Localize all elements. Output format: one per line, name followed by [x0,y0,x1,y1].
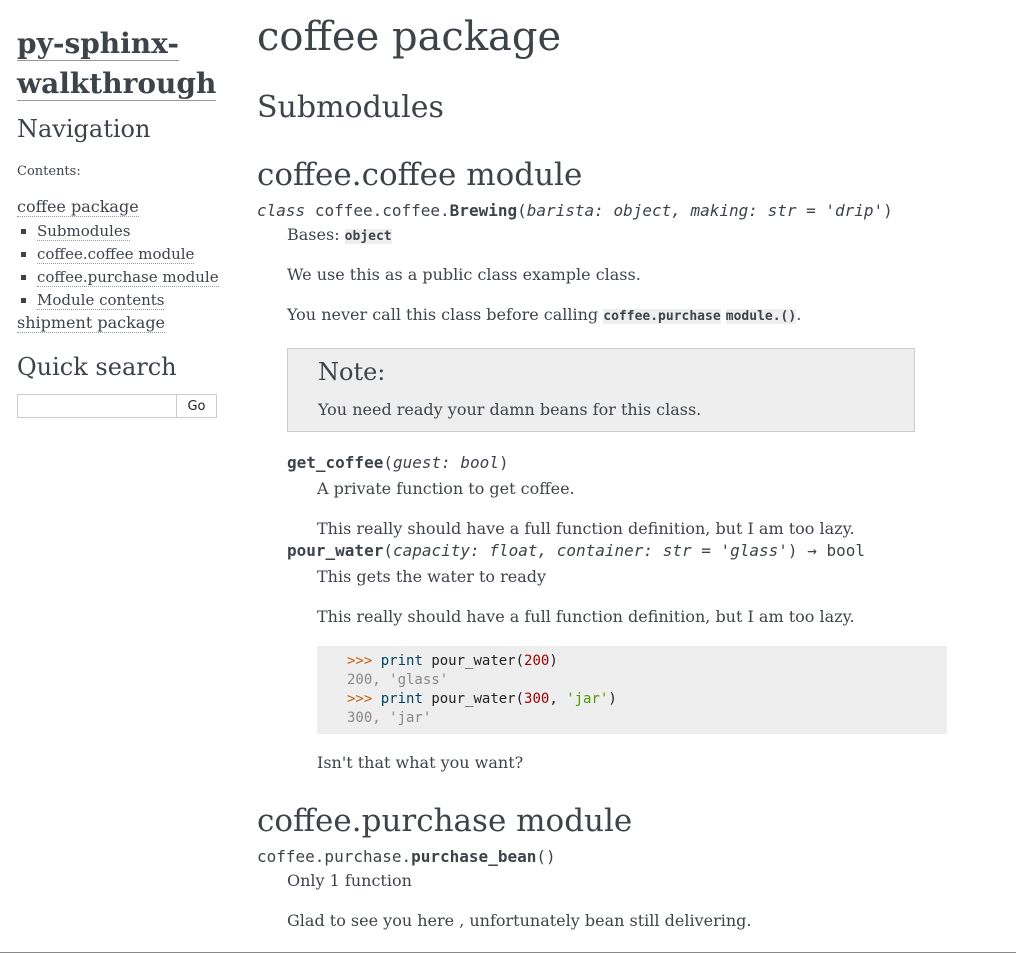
purchase-description: Only 1 function Glad to see you here , u… [287,870,937,932]
pour-water-desc: This gets the water to ready [317,567,547,586]
call-fn: pour_water( [431,691,525,707]
toc-coffee-package[interactable]: coffee package [17,197,139,217]
note-box: Note: You need ready your damn beans for… [287,348,915,432]
purchase-signature: coffee.purchase.purchase_bean() [257,846,937,868]
paren-close: ) [883,201,893,220]
print-keyword: print [380,653,423,669]
get-coffee-params: guest: bool [392,453,499,472]
coffee-module-heading: coffee.coffee module [257,157,583,193]
brewing-params: barista: object, making: str = 'drip' [526,201,884,220]
note-title: Note: [318,358,386,386]
paren-open: ( [383,541,393,560]
logo-link[interactable]: py-sphinx-walkthrough [17,27,217,101]
str-literal: 'jar' [566,691,609,707]
toc-list: Submodules coffee.coffee module coffee.p… [17,220,227,312]
paren-close: ) [498,453,509,472]
purchase-prefix: coffee.purchase. [257,847,412,866]
pour-water-return: → bool [807,541,865,560]
brewing-description: Bases: object We use this as a public cl… [287,224,947,774]
go-button[interactable]: Go [176,394,217,418]
pour-water-name: pour_water [287,541,384,560]
search-form: Go [17,394,227,418]
purchase-delivering: Glad to see you here , unfortunately bea… [287,911,752,930]
bases-link[interactable]: object [344,229,392,244]
toc-module-contents[interactable]: Module contents [37,291,165,310]
get-coffee-desc: A private function to get coffee. [317,479,575,498]
logo-line2: walkthrough [17,67,217,100]
toc-shipment-package[interactable]: shipment package [17,313,166,333]
contents-label: Contents: [17,164,81,179]
code-module-call: module.() [725,309,797,324]
site-logo: py-sphinx-walkthrough [17,24,227,104]
comma: , [549,691,567,707]
purchase-module-heading: coffee.purchase module [257,803,633,839]
paren-open: ( [517,201,527,220]
prompt: >>> [347,691,373,707]
logo-line1: py-sphinx- [17,27,179,60]
navigation-title: Navigation [17,115,151,143]
code-coffee-purchase: coffee.purchase [603,309,721,324]
parens: () [536,847,556,866]
pour-water-params: capacity: float, container: str = 'glass… [392,541,788,560]
get-coffee-lazy: This really should have a full function … [317,519,855,538]
period: . [796,305,802,324]
get-coffee-method: get_coffee(guest: bool) A private functi… [287,452,937,540]
get-coffee-name: get_coffee [287,453,384,472]
paren-close: ) [787,541,798,560]
bases-label: Bases: [287,225,340,244]
output-line: 200, 'glass' [347,672,449,688]
prompt: >>> [347,653,373,669]
search-input[interactable] [17,394,176,418]
brewing-name: Brewing [449,201,518,220]
code-example: >>> print pour_water(200) 200, 'glass' >… [317,646,947,734]
main-content: coffee package Submodules coffee.coffee … [257,0,947,932]
purchase-desc: Only 1 function [287,871,412,890]
num-literal: 200 [524,653,550,669]
quick-search-title: Quick search [17,353,177,381]
call-close: ) [608,691,617,707]
brewing-signature: class coffee.coffee.Brewing(barista: obj… [257,200,937,222]
call-fn: pour_water( [431,653,525,669]
page-title: coffee package [257,14,562,60]
submodules-heading: Submodules [257,90,444,125]
pour-water-lazy: This really should have a full function … [317,607,855,626]
print-keyword: print [380,691,423,707]
num-literal: 300 [524,691,550,707]
pour-water-method: pour_water(capacity: float, container: s… [287,540,947,774]
purchase-name: purchase_bean [411,847,537,866]
para-public-class: We use this as a public class example cl… [287,265,641,284]
get-coffee-signature: get_coffee(guest: bool) [287,452,937,474]
toc-coffee-purchase-module[interactable]: coffee.purchase module [37,268,219,287]
note-body: You need ready your damn beans for this … [318,400,702,419]
call-close: ) [549,653,558,669]
pour-water-signature: pour_water(capacity: float, container: s… [287,540,937,562]
paren-open: ( [383,453,393,472]
output-line: 300, 'jar' [347,710,432,726]
toc-coffee-coffee-module[interactable]: coffee.coffee module [37,245,195,264]
class-keyword: class [257,201,306,220]
para-never-call: You never call this class before calling [287,305,599,324]
brewing-prefix: coffee.coffee. [314,201,450,220]
sidebar: py-sphinx-walkthrough Navigation Content… [17,24,227,418]
toc-submodules[interactable]: Submodules [37,222,131,241]
after-code-text: Isn't that what you want? [317,753,524,772]
